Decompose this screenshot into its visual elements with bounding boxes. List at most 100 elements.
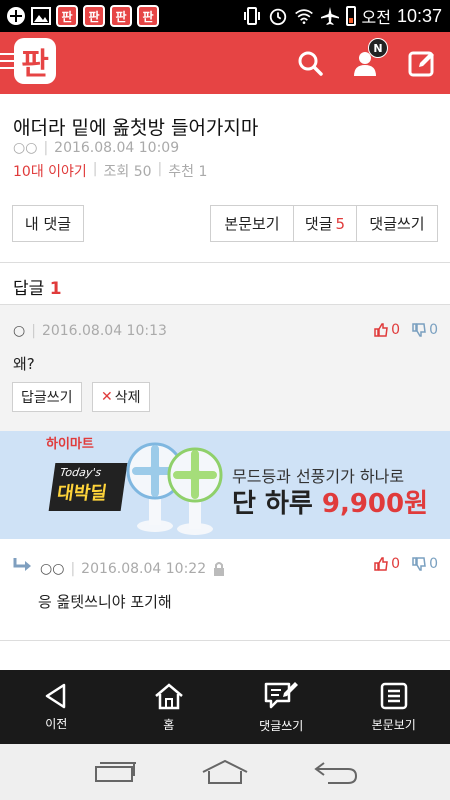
- comment-date: 2016.08.04 10:13: [41, 323, 167, 339]
- profile-button[interactable]: N: [338, 32, 394, 94]
- replies-count: 1: [49, 279, 62, 299]
- search-icon: [298, 51, 323, 76]
- back-icon[interactable]: [313, 759, 358, 785]
- divider: |: [43, 140, 49, 156]
- ad-banner[interactable]: 하이마트 Today's 대박딜 무드등과 선풍기가 하나로 단 하루 9,90…: [0, 431, 450, 539]
- nav-write-comment-label: 댓글쓰기: [259, 718, 304, 733]
- menu-icon[interactable]: [0, 53, 14, 74]
- alarm-icon: [268, 6, 288, 26]
- pann-logo[interactable]: 판: [14, 38, 56, 84]
- comments-count: 5: [335, 214, 346, 233]
- my-comments-button[interactable]: 내 댓글: [12, 205, 84, 242]
- pann-app-icon: 판: [83, 5, 105, 27]
- battery-icon: [345, 6, 356, 26]
- post-recommends: 추천 1: [168, 164, 208, 180]
- post-date: 2016.08.04 10:09: [54, 140, 180, 156]
- thumbs-up-icon: [374, 323, 389, 337]
- reply-author[interactable]: ○○: [40, 561, 64, 577]
- write-icon: [408, 51, 434, 77]
- ad-badge-top: Today's: [59, 466, 103, 479]
- post-stats: 10대 이야기 | 조회 50 | 추천 1: [13, 161, 207, 181]
- pann-app-icon: 판: [56, 5, 78, 27]
- status-time: 10:37: [396, 5, 442, 26]
- home-icon: [154, 682, 183, 709]
- reply-date: 2016.08.04 10:22: [81, 561, 207, 577]
- ad-brand: 하이마트: [46, 437, 94, 452]
- divider: [0, 262, 450, 263]
- comment-votes: 0 0: [374, 322, 438, 338]
- reply-meta: ○○ | 2016.08.04 10:22: [40, 561, 226, 577]
- delete-label: 삭제: [114, 390, 141, 406]
- thumbs-down-icon: [412, 323, 426, 337]
- downvote-count: 0: [429, 556, 438, 572]
- notification-badge: N: [368, 38, 388, 58]
- nav-write-comment[interactable]: 댓글쓰기: [225, 670, 338, 744]
- reply-arrow-icon: [13, 558, 31, 571]
- reply-text: 응 옲텟쓰니야 포기해: [38, 593, 172, 611]
- comments-label: 댓글: [304, 215, 333, 233]
- divider: |: [70, 561, 76, 577]
- upvote-button[interactable]: 0: [374, 556, 400, 572]
- nav-home-label: 홈: [163, 717, 175, 732]
- image-icon: [31, 6, 51, 26]
- lock-icon: [214, 562, 225, 576]
- recent-apps-icon[interactable]: [92, 761, 137, 783]
- ad-line2: 단 하루 9,900원: [232, 483, 428, 520]
- write-button[interactable]: [394, 32, 450, 94]
- app-header: 판 N: [0, 32, 450, 94]
- ad-line2-prefix: 단 하루: [232, 489, 313, 519]
- reply-button[interactable]: 답글쓰기: [12, 382, 82, 412]
- upvote-count: 0: [391, 556, 401, 572]
- write-comment-button[interactable]: 댓글쓰기: [356, 205, 438, 242]
- comment-write-icon: [265, 681, 299, 708]
- ad-badge-main: 대박딜: [55, 483, 109, 504]
- downvote-count: 0: [429, 322, 438, 338]
- nav-back-label: 이전: [45, 716, 68, 731]
- airplane-mode-icon: [320, 6, 340, 26]
- upvote-button[interactable]: 0: [374, 322, 400, 338]
- status-ampm: 오전: [361, 8, 391, 27]
- reply-votes: 0 0: [374, 556, 438, 572]
- comment-meta: ○ | 2016.08.04 10:13: [13, 323, 167, 339]
- pann-app-icon: 판: [137, 5, 159, 27]
- comments-count-button[interactable]: 댓글 5: [293, 205, 357, 242]
- delete-x-icon: ✕: [101, 389, 113, 405]
- view-post-button[interactable]: 본문보기: [210, 205, 294, 242]
- comment-author[interactable]: ○: [13, 323, 25, 339]
- downvote-button[interactable]: 0: [412, 322, 438, 338]
- upvote-count: 0: [391, 322, 401, 338]
- pann-app-icon: 판: [110, 5, 132, 27]
- divider: |: [92, 161, 98, 177]
- divider: |: [31, 323, 36, 339]
- divider: [0, 640, 450, 641]
- downvote-button[interactable]: 0: [412, 556, 438, 572]
- system-nav-bar: [0, 744, 450, 800]
- fan-product-image: [126, 442, 223, 535]
- replies-header: 답글 1: [13, 274, 62, 299]
- post-meta: ○○ | 2016.08.04 10:09: [13, 140, 179, 156]
- post-author[interactable]: ○○: [13, 140, 37, 156]
- nav-home[interactable]: 홈: [113, 670, 226, 744]
- comment-item: ○ | 2016.08.04 10:13 0 0 왜? 답글쓰기 ✕ 삭제: [0, 305, 450, 431]
- post-category[interactable]: 10대 이야기: [13, 161, 87, 181]
- post-title: 애더라 밑에 옲첫방 들어가지마: [13, 117, 259, 139]
- bottom-nav: 이전 홈 댓글쓰기 본문보기: [0, 670, 450, 744]
- back-triangle-icon: [46, 683, 66, 708]
- nav-view-post[interactable]: 본문보기: [338, 670, 450, 744]
- plus-icon: [6, 6, 26, 26]
- wifi-icon: [294, 6, 314, 26]
- home-icon[interactable]: [201, 759, 249, 785]
- thumbs-down-icon: [412, 557, 426, 571]
- status-bar: 판 판 판 판 오전 10:37: [0, 0, 450, 32]
- post-views: 조회 50: [103, 164, 152, 180]
- reply-item: ○○ | 2016.08.04 10:22 0 0 응 옲텟쓰니야 포기해: [0, 539, 450, 639]
- delete-button[interactable]: ✕ 삭제: [92, 382, 150, 412]
- replies-label: 답글: [13, 279, 45, 299]
- divider: |: [157, 161, 163, 177]
- search-button[interactable]: [282, 32, 338, 94]
- thumbs-up-icon: [374, 557, 389, 571]
- nav-back[interactable]: 이전: [0, 670, 113, 744]
- document-icon: [380, 682, 407, 709]
- ad-badge: Today's 대박딜: [48, 463, 128, 511]
- comment-text: 왜?: [13, 355, 35, 373]
